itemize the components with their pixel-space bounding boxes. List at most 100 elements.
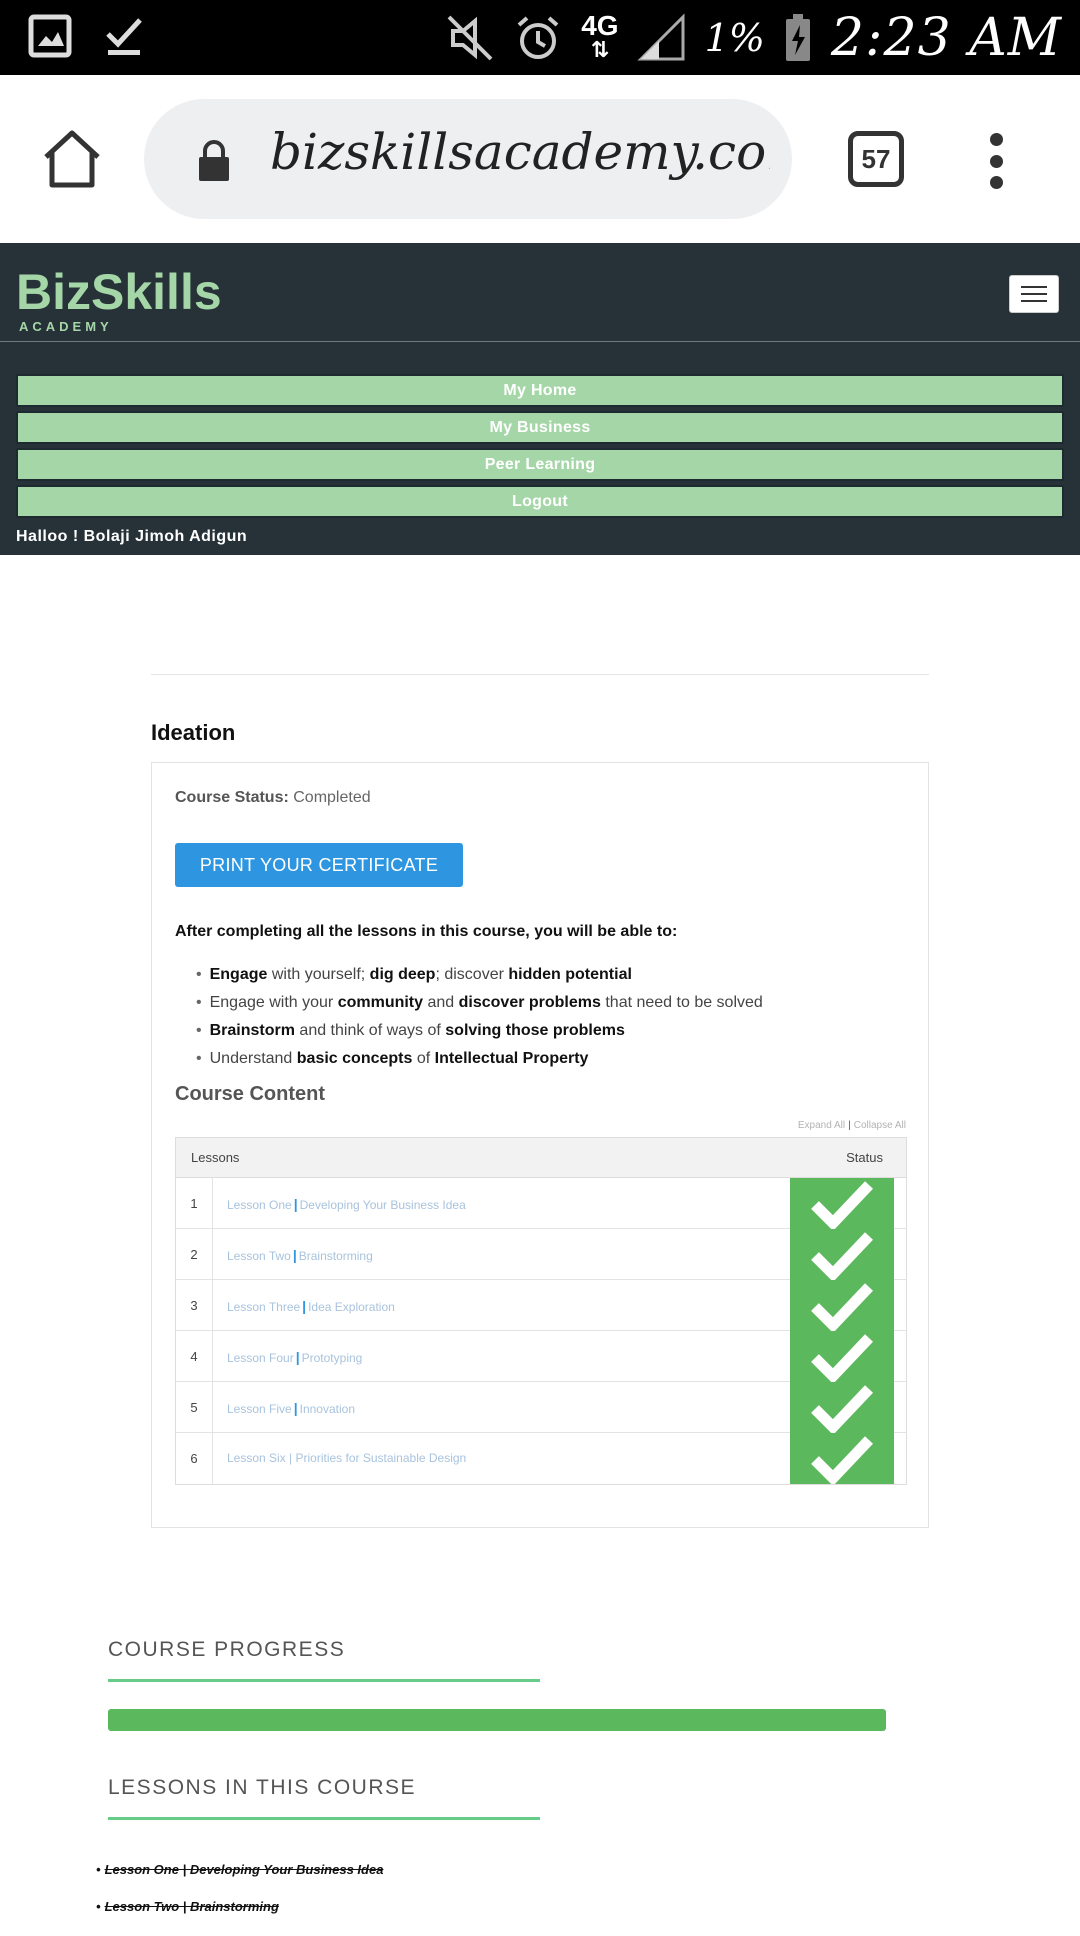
gallery-icon [28,14,72,58]
content-divider [151,674,929,675]
checkmark-icon [811,1384,873,1433]
lock-icon [199,140,229,181]
lesson-status-completed [790,1280,894,1331]
lesson-title-lead: Lesson Four [227,1351,294,1365]
outcome-text: of [412,1050,435,1067]
lesson-title-separator: | [295,1349,300,1365]
collapse-all-link[interactable]: Collapse All [854,1120,906,1131]
outcome-text: basic concepts [296,1050,413,1067]
course-status-value: Completed [293,789,371,806]
lessons-table-header: Lessons Status [176,1138,906,1178]
lesson-title-topic: Idea Exploration [308,1300,395,1314]
nav-peer-learning[interactable]: Peer Learning [16,448,1064,481]
status-bar: 4G ⇅ 1% 2:23 AM [0,0,1080,75]
outcome-text: dig deep [369,966,436,983]
lesson-title-link[interactable]: Lesson One | Developing Your Business Idea [227,1196,466,1212]
outcome-text: solving those problems [445,1022,625,1039]
network-4g-icon: 4G ⇅ [581,9,619,62]
lesson-row: 3 Lesson Three | Idea Exploration [176,1280,906,1331]
lesson-title-lead: Lesson Three [227,1300,301,1314]
lesson-status-completed [790,1433,894,1484]
outcome-text: discover problems [458,994,601,1011]
outcome-text: with yourself; [267,966,370,983]
course-status-label: Course Status: [175,789,289,806]
lesson-row: 1 Lesson One | Developing Your Business Ide… [176,1178,906,1229]
lesson-title-link[interactable]: Lesson Six | Priorities for Sustainable … [227,1451,466,1465]
learning-outcome-item: Engage with your community and discover … [196,989,896,1017]
course-progress-title: COURSE PROGRESS [108,1638,346,1661]
user-greeting: Halloo ! Bolaji Jimoh Adigun [16,528,248,545]
overflow-menu-icon[interactable] [984,133,1008,189]
lesson-row: 6 Lesson Six | Priorities for Sustainable… [176,1433,906,1484]
lesson-status-completed [790,1178,894,1229]
header-status: Status [846,1150,883,1165]
learning-outcome-item: Engage with yourself; dig deep; discover… [196,961,896,989]
header-divider [0,341,1080,342]
lesson-status-completed [790,1382,894,1433]
lesson-number: 2 [176,1229,213,1280]
logo-subtitle: ACADEMY [19,319,113,334]
outcome-text: community [337,994,424,1011]
outcome-text: and [423,994,459,1011]
lesson-title-lead: Lesson Five [227,1402,292,1416]
signal-icon [636,12,685,60]
site-logo[interactable]: BizSkills ACADEMY [16,263,222,334]
header-lessons: Lessons [191,1150,240,1165]
expand-all-link[interactable]: Expand All [798,1120,845,1131]
course-progress-bar [108,1709,886,1731]
expand-collapse-controls: Expand All | Collapse All [797,1120,906,1131]
battery-percent: 1% [704,15,765,60]
browser-toolbar: bizskillsacademy.com/courses/ideation 57 [0,75,1080,243]
lesson-number: 5 [176,1382,213,1433]
learning-outcomes-intro: After completing all the lessons in this… [175,923,678,940]
address-bar[interactable]: bizskillsacademy.com/courses/ideation [144,99,792,219]
lesson-title-link[interactable]: Lesson Two | Brainstorming [227,1247,373,1263]
lesson-status-completed [790,1331,894,1382]
lesson-title-separator: | [293,1400,298,1416]
lesson-title-link[interactable]: Lesson Five | Innovation [227,1400,355,1416]
tab-switcher-button[interactable]: 57 [848,131,904,187]
checkmark-icon [811,1333,873,1382]
lesson-title-topic: Developing Your Business Idea [299,1198,466,1212]
learning-outcome-item: Understand basic concepts of Intellectua… [196,1045,896,1073]
outcome-text: Understand [209,1050,297,1067]
lesson-link[interactable]: Lesson One | Developing Your Business Id… [96,1862,384,1899]
lesson-title-lead: Lesson Six | Priorities for Sustainable … [227,1451,467,1465]
lesson-title-lead: Lesson One [227,1198,292,1212]
outcome-text: and think of ways of [294,1022,446,1039]
site-header: BizSkills ACADEMY My Home My Business Pe… [0,243,1080,555]
learning-outcome-item: Brainstorm and think of ways of solving … [196,1017,896,1045]
main-nav: My Home My Business Peer Learning Logout [16,374,1064,522]
lesson-link[interactable]: Lesson Two | Brainstorming [96,1899,383,1936]
lesson-row: 5 Lesson Five | Innovation [176,1382,906,1433]
lesson-status-completed [790,1229,894,1280]
lesson-title-link[interactable]: Lesson Three | Idea Exploration [227,1298,395,1314]
home-icon[interactable] [40,127,104,191]
checkmark-icon [811,1180,873,1229]
outcome-text: hidden potential [508,966,632,983]
lesson-title-link[interactable]: Lesson Four | Prototyping [227,1349,362,1365]
nav-my-business[interactable]: My Business [16,411,1064,444]
lesson-title-topic: Innovation [299,1402,356,1416]
battery-charging-icon [785,13,810,61]
nav-logout[interactable]: Logout [16,485,1064,518]
outcome-text: Intellectual Property [434,1050,589,1067]
lesson-number: 1 [176,1178,213,1229]
lessons-in-course-list: Lesson One | Developing Your Business Id… [96,1862,384,1936]
print-certificate-button[interactable]: PRINT YOUR CERTIFICATE [175,843,463,887]
learning-outcomes-list: Engage with yourself; dig deep; discover… [196,961,896,1073]
alarm-icon [517,15,559,59]
course-status: Course Status: Completed [175,789,371,807]
lesson-row: 2 Lesson Two | Brainstorming [176,1229,906,1280]
checkmark-icon [811,1282,873,1331]
lesson-title-lead: Lesson Two [227,1249,291,1263]
hamburger-menu-icon[interactable] [1009,275,1059,313]
checkmark-icon [811,1231,873,1280]
outcome-text: Engage [209,966,268,983]
lesson-row: 4 Lesson Four | Prototyping [176,1331,906,1382]
lesson-number: 4 [176,1331,213,1382]
lesson-number: 3 [176,1280,213,1331]
nav-my-home[interactable]: My Home [16,374,1064,407]
url-text: bizskillsacademy.com/courses/ideation [270,123,770,181]
download-done-icon [106,18,142,55]
